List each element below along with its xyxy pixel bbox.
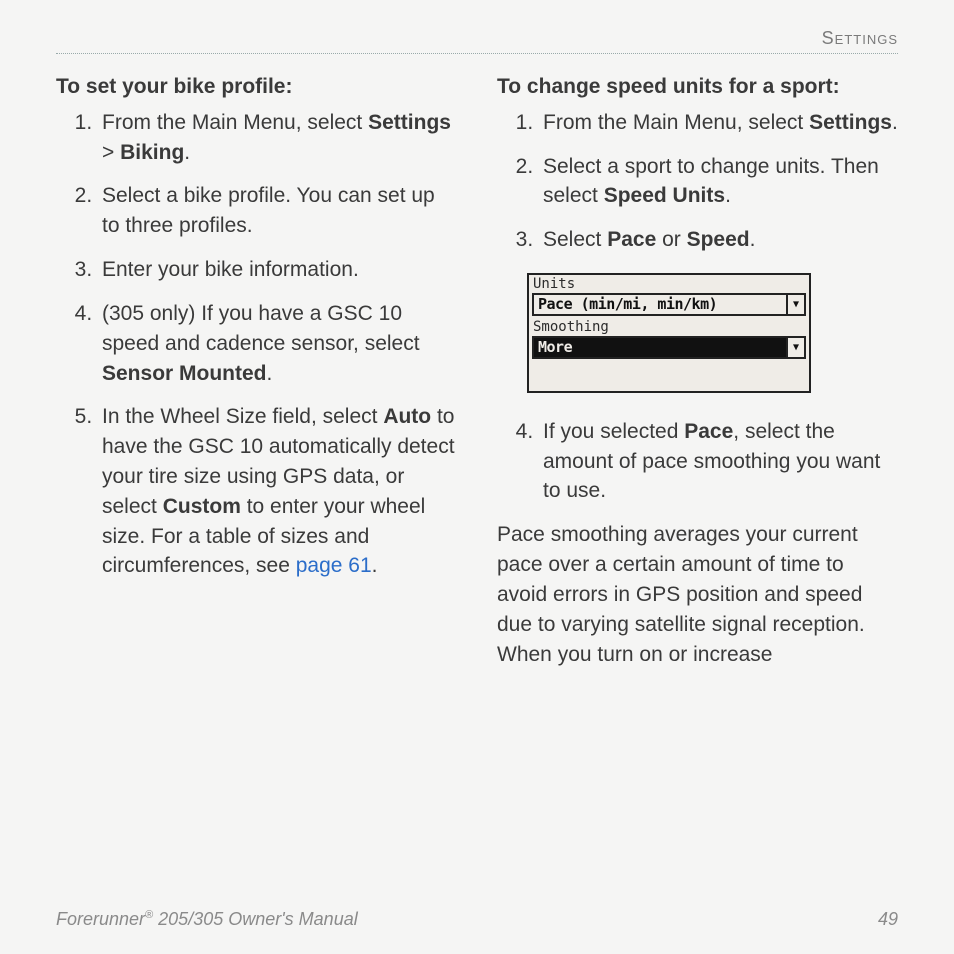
right-title: To change speed units for a sport:	[497, 72, 898, 102]
left-step-5: In the Wheel Size field, select Auto to …	[98, 402, 457, 581]
lcd-units-value: Pace (min/mi, min/km)	[534, 295, 786, 314]
dropdown-icon: ▼	[786, 338, 804, 357]
lcd-units-label: Units	[529, 275, 809, 292]
left-step-2: Select a bike profile. You can set up to…	[98, 181, 457, 241]
device-screenshot: Units Pace (min/mi, min/km) ▼ Smoothing …	[527, 273, 811, 393]
footer-page-number: 49	[878, 909, 898, 930]
content-columns: To set your bike profile: From the Main …	[56, 72, 898, 669]
manual-page: Settings To set your bike profile: From …	[0, 0, 954, 954]
left-column: To set your bike profile: From the Main …	[56, 72, 457, 669]
left-step-4: (305 only) If you have a GSC 10 speed an…	[98, 299, 457, 388]
lcd-units-field: Pace (min/mi, min/km) ▼	[532, 293, 806, 316]
right-step-1: From the Main Menu, select Settings.	[539, 108, 898, 138]
right-steps-a: From the Main Menu, select Settings. Sel…	[497, 108, 898, 255]
right-step-4: If you selected Pace, select the amount …	[539, 417, 898, 506]
right-step-3: Select Pace or Speed.	[539, 225, 898, 255]
dropdown-icon: ▼	[786, 295, 804, 314]
footer-product: Forerunner® 205/305 Owner's Manual	[56, 909, 358, 930]
lcd-smoothing-field: More ▼	[532, 336, 806, 359]
page-footer: Forerunner® 205/305 Owner's Manual 49	[56, 909, 898, 930]
lcd-smoothing-label: Smoothing	[529, 318, 809, 335]
right-steps-b: If you selected Pace, select the amount …	[497, 417, 898, 506]
right-column: To change speed units for a sport: From …	[497, 72, 898, 669]
header-text: Settings	[822, 28, 898, 48]
lcd-smoothing-value: More	[534, 338, 786, 357]
left-steps: From the Main Menu, select Settings > Bi…	[56, 108, 457, 581]
left-step-1: From the Main Menu, select Settings > Bi…	[98, 108, 457, 168]
left-title: To set your bike profile:	[56, 72, 457, 102]
pace-smoothing-paragraph: Pace smoothing averages your current pac…	[497, 520, 898, 669]
right-step-2: Select a sport to change units. Then sel…	[539, 152, 898, 212]
page-link[interactable]: page 61	[296, 554, 372, 577]
left-step-3: Enter your bike information.	[98, 255, 457, 285]
header-section-label: Settings	[56, 28, 898, 54]
